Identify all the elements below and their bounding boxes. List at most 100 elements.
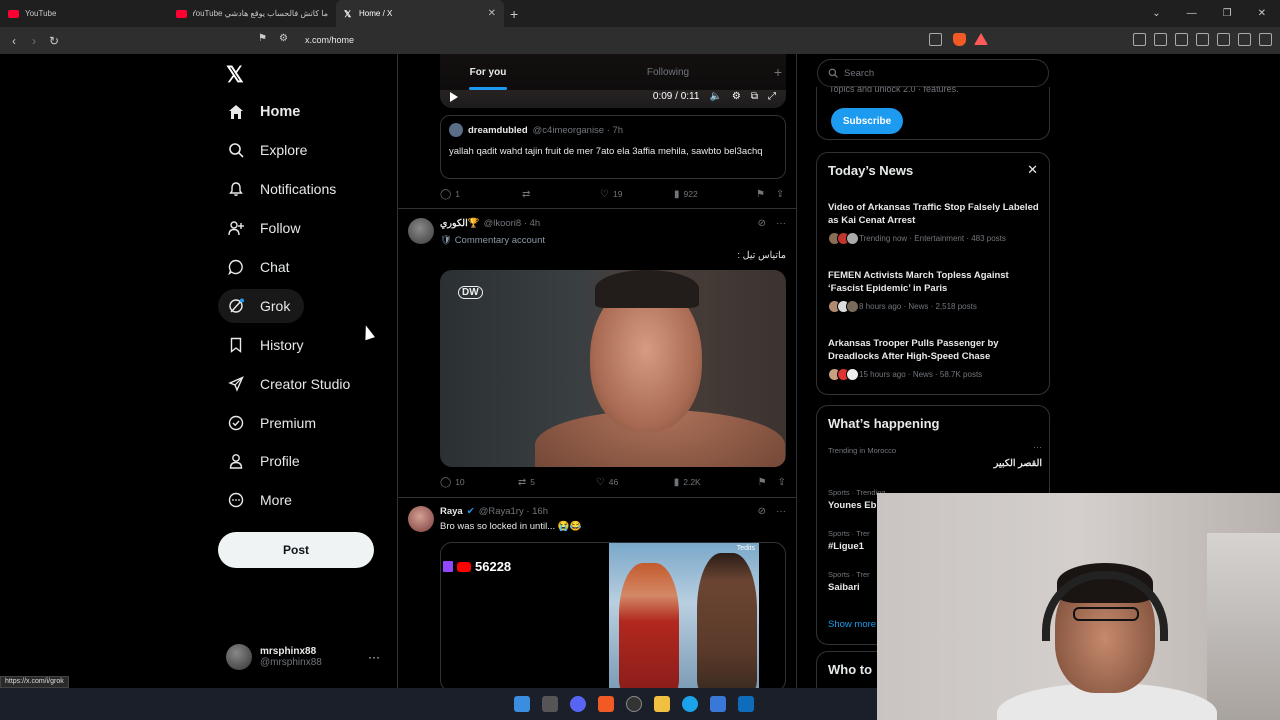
nav-creator-studio[interactable]: Creator Studio [218,367,364,401]
volume-icon[interactable]: 🔈 [709,91,721,102]
forward-icon[interactable]: › [24,34,44,48]
bookmark-button[interactable]: ⚑ [758,477,778,488]
brave-icon[interactable] [598,696,614,712]
close-icon[interactable]: ✕ [488,8,496,19]
share-button[interactable]: ⇪ [778,477,786,488]
news-item[interactable]: FEMEN Activists March Topless Against ‘F… [828,269,1042,313]
file-explorer-icon[interactable] [654,696,670,712]
share-button[interactable]: ⇪ [776,189,784,200]
more-icon[interactable]: ··· [368,650,380,664]
more-icon[interactable]: ··· [776,506,786,517]
verified-badge-icon: ✔ [466,506,475,517]
browser-tab-youtube-video[interactable]: ما كاتش فالحساب يوقع هادشي YouTube [168,0,336,27]
author-name[interactable]: الكوري🏆 [440,218,480,229]
nav-chat[interactable]: Chat [218,250,304,284]
pip-icon[interactable]: ⧉ [751,91,758,102]
divider [398,497,796,498]
views-icon: ▮ [673,476,680,488]
nav-label: Premium [260,415,317,431]
show-more-link[interactable]: Show more [828,619,876,630]
menu-icon[interactable] [1259,33,1272,46]
bookmark-button[interactable]: ⚑ [756,189,776,200]
author-name[interactable]: Raya [440,506,463,517]
nav-premium[interactable]: Premium [218,406,330,440]
windows-start-icon[interactable] [514,696,530,712]
grok-icon[interactable]: ⊘ [758,506,766,517]
nav-grok[interactable]: Grok [218,289,305,323]
chevron-down-icon[interactable]: ⌄ [1152,8,1160,19]
todays-news-panel: Today’s News ✕ Video of Arkansas Traffic… [816,152,1050,395]
close-icon[interactable]: ✕ [1027,162,1038,178]
nav-notifications[interactable]: Notifications [218,172,350,206]
store-icon[interactable] [710,696,726,712]
edge-icon[interactable] [682,696,698,712]
trend-item[interactable]: Trending in Morocco القصر الكبير ··· [828,442,1042,469]
nav-profile[interactable]: Profile [218,444,314,478]
like-button[interactable]: ♡ 46 [596,477,674,488]
tab-following[interactable]: Following [578,54,758,90]
views-button[interactable]: ▮ 2.2K [674,477,758,488]
leo-icon[interactable] [1217,33,1230,46]
repost-button[interactable]: ⇄ [522,189,600,200]
sidebar-icon[interactable] [1175,33,1188,46]
nav-home[interactable]: Home [218,95,314,129]
bookmark-page-icon[interactable]: ⚑ [258,33,267,44]
quoted-post[interactable]: dreamdubled @c4imeorganise · 7h yallah q… [440,115,786,179]
more-icon[interactable]: ··· [1033,442,1042,452]
reload-icon[interactable]: ↻ [44,34,64,48]
chatgpt-icon[interactable] [626,696,642,712]
search-input[interactable]: Search [817,59,1049,87]
grok-icon[interactable]: ⊘ [758,218,766,229]
reply-icon: ◯ [440,476,452,488]
close-window-icon[interactable]: ✕ [1258,8,1266,19]
media-icon[interactable] [1154,33,1167,46]
task-view-icon[interactable] [542,696,558,712]
subscribe-button[interactable]: Subscribe [831,108,903,134]
brave-rewards-icon[interactable] [974,33,988,45]
discord-icon[interactable] [570,696,586,712]
avatar[interactable] [408,506,434,532]
plus-icon[interactable]: + [758,54,796,90]
x-logo-icon[interactable]: 𝕏 [226,62,244,88]
account-switcher[interactable]: mrsphinx88 @mrsphinx88 ··· [226,642,386,672]
author-handle[interactable]: @lkoori8 · 4h [484,218,541,229]
post-video[interactable]: DW [440,270,786,467]
more-icon[interactable]: ··· [776,218,786,229]
reply-button[interactable]: ◯ 1 [440,189,522,200]
twitch-icon [443,561,453,572]
nav-history[interactable]: History [218,328,318,362]
avatar[interactable] [408,218,434,244]
url-field[interactable]: x.com/home [305,35,354,45]
nav-more[interactable]: More [218,483,306,517]
post-media[interactable]: 56228 Tedits [440,542,786,688]
cast-icon[interactable] [929,33,942,46]
like-button[interactable]: ♡ 19 [600,189,674,200]
tab-for-you[interactable]: For you [398,54,578,90]
reply-button[interactable]: ◯ 10 [440,477,518,488]
vpn-icon[interactable] [1238,33,1251,46]
news-item[interactable]: Video of Arkansas Traffic Stop Falsely L… [828,201,1042,245]
post-actions: ◯ 1 ⇄ ♡ 19 ▮ 922 ⚑ ⇪ [440,187,786,201]
views-button[interactable]: ▮ 922 [674,189,756,200]
site-info-icon[interactable]: ⚙ [279,33,288,44]
back-icon[interactable]: ‹ [4,34,24,48]
brave-shield-icon[interactable] [953,33,966,46]
repost-button[interactable]: ⇄ 5 [518,477,596,488]
repost-icon: ⇄ [517,476,527,488]
wallet-icon[interactable] [1196,33,1209,46]
maximize-icon[interactable]: ❐ [1223,8,1232,19]
browser-tab-youtube[interactable]: YouTube [0,0,168,27]
nav-explore[interactable]: Explore [218,133,321,167]
author-handle[interactable]: @Raya1ry · 16h [479,506,548,517]
settings-icon[interactable]: ⚙ [732,91,741,102]
post-button[interactable]: Post [218,532,374,568]
fullscreen-icon[interactable]: ⤢ [768,91,776,102]
new-tab-button[interactable]: + [510,6,518,22]
play-icon[interactable] [450,91,458,102]
minimize-icon[interactable]: — [1187,8,1197,19]
outlook-icon[interactable] [738,696,754,712]
news-item[interactable]: Arkansas Trooper Pulls Passenger by Drea… [828,337,1042,381]
nav-follow[interactable]: Follow [218,211,314,245]
browser-tab-x-home[interactable]: 𝕏 Home / X ✕ [336,0,504,27]
extensions-icon[interactable] [1133,33,1146,46]
